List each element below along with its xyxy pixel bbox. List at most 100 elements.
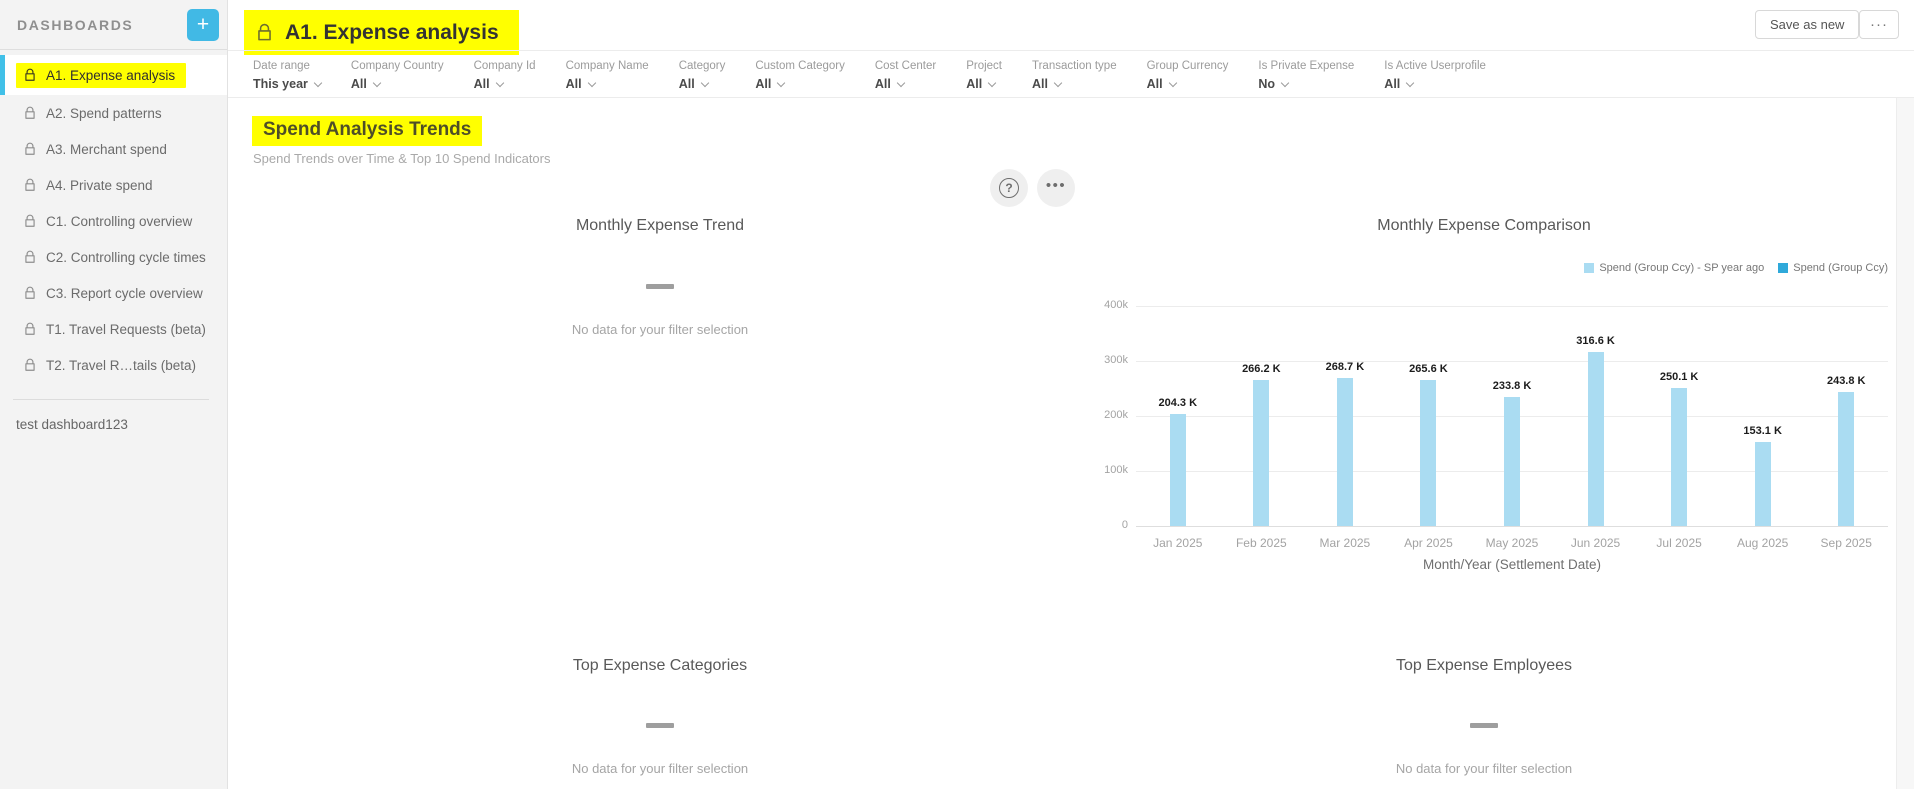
gridline bbox=[1136, 526, 1888, 527]
filter-is-private-expense[interactable]: Is Private ExpenseNo bbox=[1258, 60, 1354, 91]
chevron-down-icon bbox=[897, 78, 905, 86]
legend-label: Spend (Group Ccy) - SP year ago bbox=[1599, 262, 1764, 274]
save-as-new-button[interactable]: Save as new bbox=[1755, 10, 1859, 39]
bar-may-2025[interactable] bbox=[1504, 397, 1520, 526]
sidebar-item-test-dashboard123[interactable]: test dashboard123 bbox=[0, 400, 227, 449]
y-axis-tick-label: 300k bbox=[1100, 354, 1128, 366]
chevron-down-icon bbox=[1281, 78, 1289, 86]
page-title-highlight: A1. Expense analysis bbox=[244, 10, 519, 55]
lock-icon bbox=[23, 286, 37, 300]
x-axis-tick-label: Mar 2025 bbox=[1320, 536, 1371, 550]
panel-title-top-expense-employees: Top Expense Employees bbox=[1396, 657, 1572, 675]
legend-swatch-icon bbox=[1778, 263, 1788, 273]
sidebar-item-a3-merchant-spend[interactable]: A3. Merchant spend bbox=[0, 131, 227, 167]
page-title: A1. Expense analysis bbox=[285, 21, 499, 45]
bar-value-label: 250.1 K bbox=[1660, 371, 1699, 383]
chevron-down-icon bbox=[373, 78, 381, 86]
sidebar-title: DASHBOARDS bbox=[17, 17, 133, 33]
filter-group-currency[interactable]: Group CurrencyAll bbox=[1147, 60, 1229, 91]
widget-more-button[interactable]: ••• bbox=[1037, 169, 1075, 207]
sidebar-item-a2-spend-patterns[interactable]: A2. Spend patterns bbox=[0, 95, 227, 131]
sidebar-item-c3-report-cycle-overview[interactable]: C3. Report cycle overview bbox=[0, 275, 227, 311]
chart-legend: Spend (Group Ccy) - SP year ago Spend (Gr… bbox=[1584, 262, 1888, 274]
no-data-dash-icon bbox=[646, 723, 674, 728]
lock-icon bbox=[23, 178, 37, 192]
x-axis-tick-label: Sep 2025 bbox=[1821, 536, 1872, 550]
filter-company-name[interactable]: Company NameAll bbox=[566, 60, 649, 91]
sidebar-item-c2-controlling-cycle-times[interactable]: C2. Controlling cycle times bbox=[0, 239, 227, 275]
legend-item[interactable]: Spend (Group Ccy) bbox=[1778, 262, 1888, 274]
sidebar-item-label: A2. Spend patterns bbox=[46, 106, 162, 121]
filter-transaction-type[interactable]: Transaction typeAll bbox=[1032, 60, 1117, 91]
x-axis-tick-label: Aug 2025 bbox=[1737, 536, 1788, 550]
legend-label: Spend (Group Ccy) bbox=[1793, 262, 1888, 274]
section-subtitle: Spend Trends over Time & Top 10 Spend In… bbox=[253, 151, 551, 166]
filter-company-country[interactable]: Company CountryAll bbox=[351, 60, 444, 91]
bar-sep-2025[interactable] bbox=[1838, 392, 1854, 526]
bar-apr-2025[interactable] bbox=[1420, 380, 1436, 526]
more-options-button[interactable]: ··· bbox=[1859, 10, 1899, 39]
bar-value-label: 265.6 K bbox=[1409, 363, 1448, 375]
sidebar-header: DASHBOARDS + bbox=[0, 0, 227, 50]
panel-title-monthly-expense-comparison: Monthly Expense Comparison bbox=[1377, 217, 1590, 235]
sidebar-item-label: A3. Merchant spend bbox=[46, 142, 167, 157]
x-axis-tick-label: Apr 2025 bbox=[1404, 536, 1453, 550]
monthly-expense-comparison-chart: Spend (Group Ccy) - SP year ago Spend (Gr… bbox=[1100, 258, 1900, 588]
lock-icon bbox=[255, 23, 274, 42]
chevron-down-icon bbox=[495, 78, 503, 86]
x-axis-tick-label: Jul 2025 bbox=[1656, 536, 1701, 550]
chevron-down-icon bbox=[700, 78, 708, 86]
bar-aug-2025[interactable] bbox=[1755, 442, 1771, 526]
y-axis-tick-label: 100k bbox=[1100, 464, 1128, 476]
legend-swatch-icon bbox=[1584, 263, 1594, 273]
bar-jul-2025[interactable] bbox=[1671, 388, 1687, 526]
sidebar-item-t1-travel-requests[interactable]: T1. Travel Requests (beta) bbox=[0, 311, 227, 347]
chevron-down-icon bbox=[1406, 78, 1414, 86]
sidebar-item-label: C1. Controlling overview bbox=[46, 214, 192, 229]
lock-icon bbox=[23, 214, 37, 228]
filter-company-id[interactable]: Company IdAll bbox=[474, 60, 536, 91]
lock-icon bbox=[23, 68, 37, 82]
chevron-down-icon bbox=[988, 78, 996, 86]
chevron-down-icon bbox=[1054, 78, 1062, 86]
filter-custom-category[interactable]: Custom CategoryAll bbox=[755, 60, 844, 91]
bar-value-label: 153.1 K bbox=[1743, 425, 1782, 437]
filter-category[interactable]: CategoryAll bbox=[679, 60, 726, 91]
filter-cost-center[interactable]: Cost CenterAll bbox=[875, 60, 936, 91]
section-title-highlight: Spend Analysis Trends bbox=[252, 116, 482, 146]
sidebar-item-label: A4. Private spend bbox=[46, 178, 153, 193]
dashboard-list: A1. Expense analysis A2. Spend patterns … bbox=[0, 50, 227, 383]
filter-date-range[interactable]: Date rangeThis year bbox=[253, 60, 321, 91]
panel-title-monthly-expense-trend: Monthly Expense Trend bbox=[576, 217, 744, 235]
bar-value-label: 266.2 K bbox=[1242, 363, 1281, 375]
add-dashboard-button[interactable]: + bbox=[187, 9, 219, 41]
bar-value-label: 316.6 K bbox=[1576, 335, 1615, 347]
sidebar-item-label: C3. Report cycle overview bbox=[46, 286, 203, 301]
chevron-down-icon bbox=[777, 78, 785, 86]
bar-jan-2025[interactable] bbox=[1170, 414, 1186, 526]
filter-is-active-userprofile[interactable]: Is Active UserprofileAll bbox=[1384, 60, 1486, 91]
chevron-down-icon bbox=[314, 78, 322, 86]
question-mark-icon: ? bbox=[999, 178, 1019, 198]
bar-value-label: 233.8 K bbox=[1493, 380, 1532, 392]
header-divider bbox=[228, 50, 1914, 51]
bar-mar-2025[interactable] bbox=[1337, 378, 1353, 526]
section-title: Spend Analysis Trends bbox=[263, 119, 471, 140]
no-data-message: No data for your filter selection bbox=[572, 761, 748, 776]
sidebar-item-c1-controlling-overview[interactable]: C1. Controlling overview bbox=[0, 203, 227, 239]
app-window: DASHBOARDS + A1. Expense analysis A2. Sp… bbox=[0, 0, 1914, 789]
bar-jun-2025[interactable] bbox=[1588, 352, 1604, 526]
gridline bbox=[1136, 361, 1888, 362]
filter-project[interactable]: ProjectAll bbox=[966, 60, 1002, 91]
chevron-down-icon bbox=[1168, 78, 1176, 86]
chevron-down-icon bbox=[587, 78, 595, 86]
sidebar-item-a4-private-spend[interactable]: A4. Private spend bbox=[0, 167, 227, 203]
help-button[interactable]: ? bbox=[990, 169, 1028, 207]
sidebar-item-a1-expense-analysis[interactable]: A1. Expense analysis bbox=[0, 55, 227, 95]
no-data-dash-icon bbox=[646, 284, 674, 289]
bar-feb-2025[interactable] bbox=[1253, 380, 1269, 526]
legend-item[interactable]: Spend (Group Ccy) - SP year ago bbox=[1584, 262, 1764, 274]
y-axis-tick-label: 400k bbox=[1100, 299, 1128, 311]
sidebar-item-t2-travel-details[interactable]: T2. Travel R…tails (beta) bbox=[0, 347, 227, 383]
filter-bar: Date rangeThis year Company CountryAll C… bbox=[253, 60, 1486, 91]
